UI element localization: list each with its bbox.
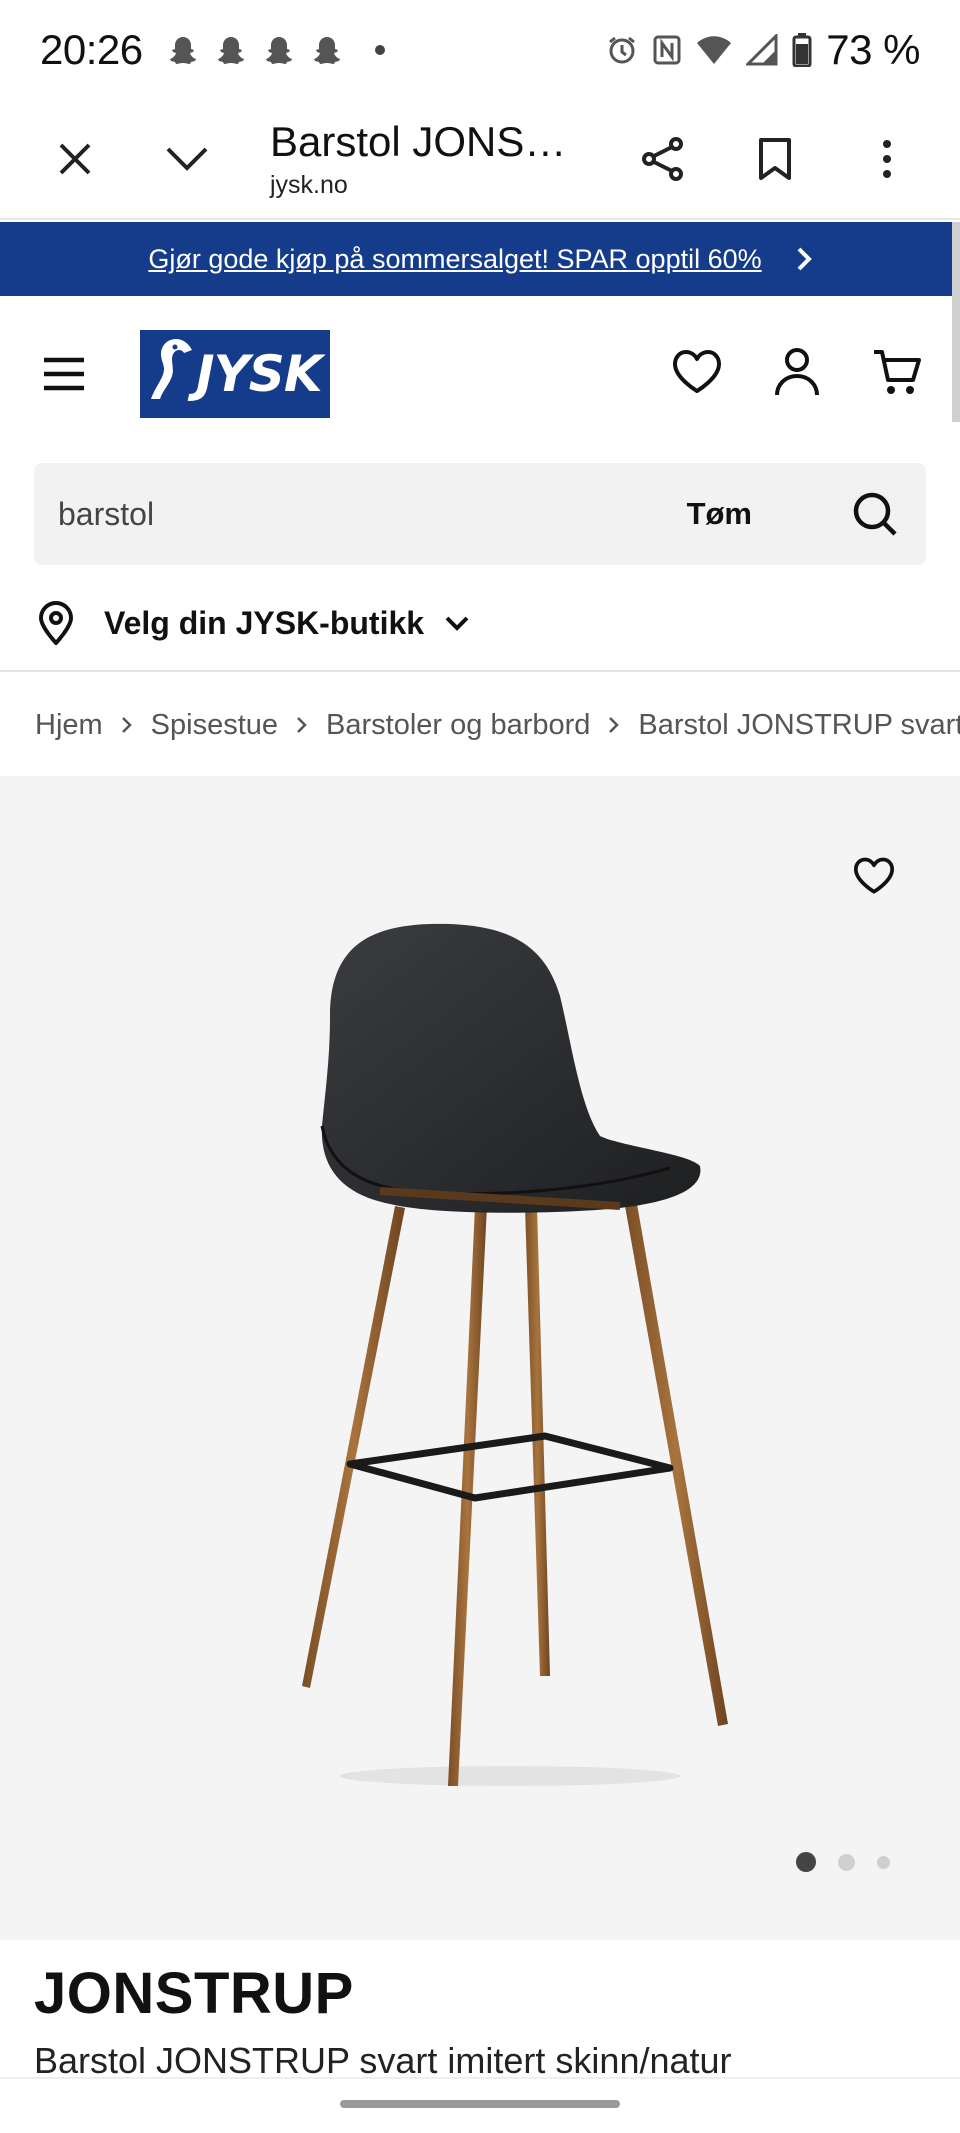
chevron-down-icon [445,616,469,631]
status-bar: 20:26 73 % [0,0,960,100]
breadcrumb-item[interactable]: Spisestue [151,709,278,742]
more-vertical-icon [883,140,891,178]
bird-logo-icon [151,339,192,399]
product-subtitle: Barstol JONSTRUP svart imitert skinn/nat… [34,2040,732,2081]
nfc-icon [653,35,681,65]
share-button[interactable] [628,124,698,194]
breadcrumb-item[interactable]: Barstoler og barbord [326,709,590,742]
store-selector[interactable]: Velg din JYSK-butikk [38,595,470,651]
breadcrumb: Hjem Spisestue Barstoler og barbord Bars… [35,700,960,750]
heart-icon [853,857,895,894]
image-pagination[interactable] [796,1852,890,1872]
clear-search-button[interactable]: Tøm [687,496,752,532]
wifi-icon [697,36,732,64]
promo-link[interactable]: Gjør gode kjøp på sommersalget! SPAR opp… [148,244,761,275]
search-input[interactable] [58,495,687,533]
status-time: 20:26 [40,26,143,73]
page-url: jysk.no [270,170,348,199]
cart-icon [874,349,921,394]
more-options-button[interactable] [852,124,922,194]
breadcrumb-separator-icon [296,716,308,734]
close-tab-button[interactable] [40,124,110,194]
user-icon [775,347,819,395]
location-pin-icon [38,601,74,645]
browser-toolbar: Barstol JONSTRUP svart imitert skinn/nat… [0,100,960,220]
heart-icon [673,349,721,393]
breadcrumb-separator-icon [608,716,620,734]
minimize-tab-button[interactable] [152,124,222,194]
divider [0,670,960,672]
product-image[interactable] [260,906,740,1806]
breadcrumb-separator-icon [121,716,133,734]
promo-banner[interactable]: Gjør gode kjøp på sommersalget! SPAR opp… [0,222,960,296]
cell-signal-icon [746,34,778,66]
gesture-handle[interactable] [340,2100,620,2108]
pagination-dot[interactable] [838,1853,855,1871]
alarm-icon [609,36,636,64]
logo-text: JYSK [196,345,323,403]
notification-icons [167,34,385,66]
pagination-dot-active[interactable] [796,1852,816,1872]
tab-title-area[interactable]: Barstol JONSTRUP svart imitert skinn/nat… [270,118,628,199]
bookmark-icon [759,138,791,180]
store-selector-label: Velg din JYSK-butikk [104,604,425,641]
site-header: JYSK [0,296,960,452]
snapchat-icon [265,37,292,64]
breadcrumb-current: Barstol JONSTRUP svart imitert skinn/nat… [638,708,960,741]
product-gallery[interactable] [0,776,960,1940]
menu-button[interactable] [40,350,88,398]
battery-percent: 73 % [826,26,920,73]
pagination-dot[interactable] [877,1855,890,1869]
battery-icon [792,33,812,67]
search-icon[interactable] [852,491,898,537]
jysk-logo[interactable]: JYSK [140,330,330,418]
page-title: Barstol JONSTRUP svart imitert skinn/nat… [270,118,570,166]
close-icon [59,143,91,175]
share-icon [642,137,683,181]
chevron-right-icon [797,247,812,271]
snapchat-icon [313,37,340,64]
snapchat-icon [217,37,244,64]
snapchat-icon [169,37,196,64]
breadcrumb-item[interactable]: Hjem [35,709,103,742]
wishlist-button[interactable] [672,349,722,400]
hamburger-menu-icon [44,357,84,391]
add-to-wishlist-button[interactable] [844,846,904,906]
chevron-down-icon [166,147,208,171]
more-notifications-dot [374,45,385,55]
account-button[interactable] [774,347,820,402]
bookmark-button[interactable] [740,124,810,194]
product-name: JONSTRUP [34,1961,354,2026]
cart-button[interactable] [872,347,922,402]
search-bar: Tøm [34,463,926,565]
